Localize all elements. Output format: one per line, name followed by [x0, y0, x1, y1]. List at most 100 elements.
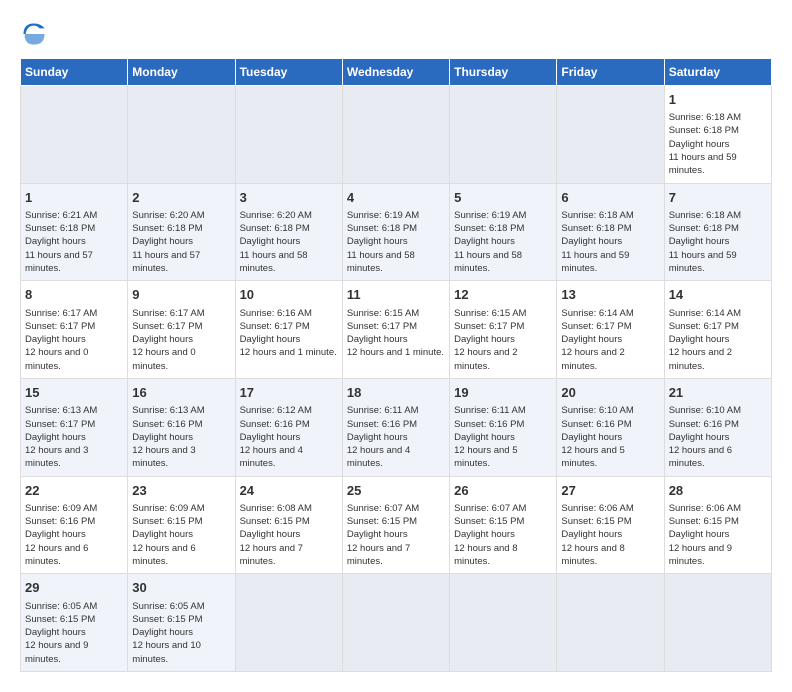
day-info: Sunrise: 6:07 AMSunset: 6:15 PMDaylight …	[454, 503, 526, 567]
calendar-cell: 25 Sunrise: 6:07 AMSunset: 6:15 PMDayligh…	[342, 476, 449, 574]
calendar-week-row: 1 Sunrise: 6:18 AMSunset: 6:18 PMDaylight…	[21, 86, 772, 184]
calendar-cell	[235, 574, 342, 672]
day-number: 25	[347, 482, 445, 500]
day-info: Sunrise: 6:08 AMSunset: 6:15 PMDaylight …	[240, 503, 312, 567]
calendar-cell: 3 Sunrise: 6:20 AMSunset: 6:18 PMDaylight…	[235, 183, 342, 281]
day-info: Sunrise: 6:05 AMSunset: 6:15 PMDaylight …	[25, 601, 97, 665]
day-info: Sunrise: 6:06 AMSunset: 6:15 PMDaylight …	[561, 503, 633, 567]
calendar-cell	[21, 86, 128, 184]
col-header-thursday: Thursday	[450, 59, 557, 86]
day-number: 28	[669, 482, 767, 500]
day-number: 18	[347, 384, 445, 402]
day-number: 15	[25, 384, 123, 402]
day-info: Sunrise: 6:21 AMSunset: 6:18 PMDaylight …	[25, 210, 97, 274]
day-number: 14	[669, 286, 767, 304]
calendar-cell	[128, 86, 235, 184]
calendar-cell: 28 Sunrise: 6:06 AMSunset: 6:15 PMDayligh…	[664, 476, 771, 574]
day-number: 1	[669, 91, 767, 109]
day-number: 30	[132, 579, 230, 597]
calendar-cell: 15 Sunrise: 6:13 AMSunset: 6:17 PMDayligh…	[21, 379, 128, 477]
day-info: Sunrise: 6:11 AMSunset: 6:16 PMDaylight …	[454, 405, 526, 469]
calendar-cell	[557, 574, 664, 672]
calendar-cell: 7 Sunrise: 6:18 AMSunset: 6:18 PMDaylight…	[664, 183, 771, 281]
day-number: 1	[25, 189, 123, 207]
calendar-cell: 26Sunrise: 6:07 AMSunset: 6:15 PMDayligh…	[450, 476, 557, 574]
day-info: Sunrise: 6:19 AMSunset: 6:18 PMDaylight …	[347, 210, 419, 274]
day-number: 13	[561, 286, 659, 304]
col-header-monday: Monday	[128, 59, 235, 86]
calendar-cell: 12Sunrise: 6:15 AMSunset: 6:17 PMDayligh…	[450, 281, 557, 379]
calendar-cell	[342, 574, 449, 672]
calendar-cell	[664, 574, 771, 672]
calendar-week-row: 29 Sunrise: 6:05 AMSunset: 6:15 PMDayligh…	[21, 574, 772, 672]
calendar-cell	[450, 574, 557, 672]
day-info: Sunrise: 6:09 AMSunset: 6:16 PMDaylight …	[25, 503, 97, 567]
col-header-sunday: Sunday	[21, 59, 128, 86]
day-info: Sunrise: 6:19 AMSunset: 6:18 PMDaylight …	[454, 210, 526, 274]
day-number: 29	[25, 579, 123, 597]
day-number: 20	[561, 384, 659, 402]
calendar-cell: 11 Sunrise: 6:15 AMSunset: 6:17 PMDayligh…	[342, 281, 449, 379]
day-number: 5	[454, 189, 552, 207]
day-info: Sunrise: 6:18 AMSunset: 6:18 PMDaylight …	[669, 210, 741, 274]
calendar-week-row: 1 Sunrise: 6:21 AMSunset: 6:18 PMDaylight…	[21, 183, 772, 281]
calendar-week-row: 15 Sunrise: 6:13 AMSunset: 6:17 PMDayligh…	[21, 379, 772, 477]
calendar-cell: 10Sunrise: 6:16 AMSunset: 6:17 PMDayligh…	[235, 281, 342, 379]
calendar-cell	[557, 86, 664, 184]
day-number: 7	[669, 189, 767, 207]
day-number: 22	[25, 482, 123, 500]
calendar-cell: 2Sunrise: 6:20 AMSunset: 6:18 PMDaylight…	[128, 183, 235, 281]
calendar-cell	[450, 86, 557, 184]
day-info: Sunrise: 6:18 AMSunset: 6:18 PMDaylight …	[669, 112, 741, 176]
calendar-cell: 6Sunrise: 6:18 AMSunset: 6:18 PMDaylight…	[557, 183, 664, 281]
calendar-cell: 1 Sunrise: 6:21 AMSunset: 6:18 PMDaylight…	[21, 183, 128, 281]
calendar-header-row: SundayMondayTuesdayWednesdayThursdayFrid…	[21, 59, 772, 86]
day-info: Sunrise: 6:18 AMSunset: 6:18 PMDaylight …	[561, 210, 633, 274]
calendar-cell: 29 Sunrise: 6:05 AMSunset: 6:15 PMDayligh…	[21, 574, 128, 672]
calendar-cell: 22 Sunrise: 6:09 AMSunset: 6:16 PMDayligh…	[21, 476, 128, 574]
header	[20, 20, 772, 48]
calendar-cell	[342, 86, 449, 184]
calendar-cell	[235, 86, 342, 184]
calendar-week-row: 8Sunrise: 6:17 AMSunset: 6:17 PMDaylight…	[21, 281, 772, 379]
day-number: 12	[454, 286, 552, 304]
calendar-cell: 17Sunrise: 6:12 AMSunset: 6:16 PMDayligh…	[235, 379, 342, 477]
day-info: Sunrise: 6:07 AMSunset: 6:15 PMDaylight …	[347, 503, 419, 567]
day-number: 21	[669, 384, 767, 402]
calendar-cell: 21Sunrise: 6:10 AMSunset: 6:16 PMDayligh…	[664, 379, 771, 477]
day-info: Sunrise: 6:06 AMSunset: 6:15 PMDaylight …	[669, 503, 741, 567]
day-info: Sunrise: 6:11 AMSunset: 6:16 PMDaylight …	[347, 405, 419, 469]
calendar-cell: 13 Sunrise: 6:14 AMSunset: 6:17 PMDayligh…	[557, 281, 664, 379]
day-info: Sunrise: 6:17 AMSunset: 6:17 PMDaylight …	[25, 308, 97, 372]
calendar-cell: 16Sunrise: 6:13 AMSunset: 6:16 PMDayligh…	[128, 379, 235, 477]
calendar-cell: 5 Sunrise: 6:19 AMSunset: 6:18 PMDaylight…	[450, 183, 557, 281]
col-header-saturday: Saturday	[664, 59, 771, 86]
day-number: 11	[347, 286, 445, 304]
day-number: 24	[240, 482, 338, 500]
day-number: 10	[240, 286, 338, 304]
day-info: Sunrise: 6:14 AMSunset: 6:17 PMDaylight …	[561, 308, 633, 372]
day-info: Sunrise: 6:14 AMSunset: 6:17 PMDaylight …	[669, 308, 741, 372]
calendar-cell: 1 Sunrise: 6:18 AMSunset: 6:18 PMDaylight…	[664, 86, 771, 184]
day-info: Sunrise: 6:12 AMSunset: 6:16 PMDaylight …	[240, 405, 312, 469]
calendar-cell: 9Sunrise: 6:17 AMSunset: 6:17 PMDaylight…	[128, 281, 235, 379]
col-header-wednesday: Wednesday	[342, 59, 449, 86]
day-info: Sunrise: 6:17 AMSunset: 6:17 PMDaylight …	[132, 308, 204, 372]
calendar-week-row: 22 Sunrise: 6:09 AMSunset: 6:16 PMDayligh…	[21, 476, 772, 574]
calendar-cell: 23Sunrise: 6:09 AMSunset: 6:15 PMDayligh…	[128, 476, 235, 574]
day-number: 27	[561, 482, 659, 500]
col-header-tuesday: Tuesday	[235, 59, 342, 86]
day-number: 19	[454, 384, 552, 402]
calendar-cell: 14 Sunrise: 6:14 AMSunset: 6:17 PMDayligh…	[664, 281, 771, 379]
day-info: Sunrise: 6:20 AMSunset: 6:18 PMDaylight …	[132, 210, 204, 274]
col-header-friday: Friday	[557, 59, 664, 86]
day-info: Sunrise: 6:15 AMSunset: 6:17 PMDaylight …	[347, 308, 444, 359]
calendar-cell: 24 Sunrise: 6:08 AMSunset: 6:15 PMDayligh…	[235, 476, 342, 574]
calendar-cell: 8Sunrise: 6:17 AMSunset: 6:17 PMDaylight…	[21, 281, 128, 379]
day-info: Sunrise: 6:13 AMSunset: 6:16 PMDaylight …	[132, 405, 204, 469]
day-info: Sunrise: 6:13 AMSunset: 6:17 PMDaylight …	[25, 405, 97, 469]
day-number: 23	[132, 482, 230, 500]
day-number: 3	[240, 189, 338, 207]
calendar-cell: 4Sunrise: 6:19 AMSunset: 6:18 PMDaylight…	[342, 183, 449, 281]
day-info: Sunrise: 6:20 AMSunset: 6:18 PMDaylight …	[240, 210, 312, 274]
